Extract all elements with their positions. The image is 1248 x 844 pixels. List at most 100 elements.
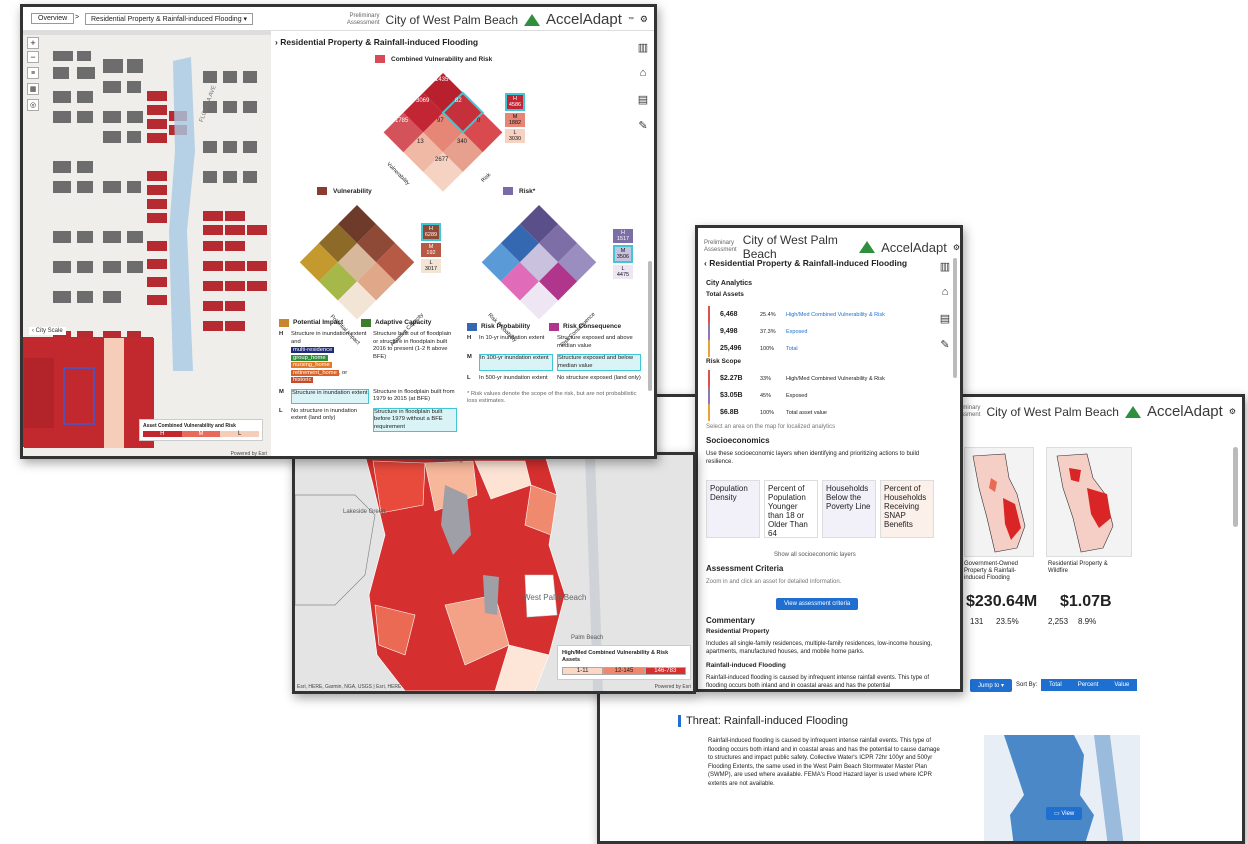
lakeside-green-label: Lakeside Green <box>343 509 386 515</box>
home-icon[interactable]: ⌂ <box>636 67 650 79</box>
brand-header: Preliminary Assessment City of West Palm … <box>347 11 648 28</box>
level-h: H <box>467 335 472 341</box>
socio-card-poverty[interactable]: Households Below the Poverty Line <box>822 480 876 538</box>
zoom-out-button[interactable]: − <box>27 51 39 63</box>
map-legend: High/Med Combined Vulnerability & Risk A… <box>557 645 691 680</box>
card-thumb-2[interactable] <box>1046 447 1132 557</box>
locate-button[interactable]: ◎ <box>27 99 39 111</box>
sort-buttons: Total Percent Value <box>1041 679 1138 691</box>
threat-map[interactable] <box>984 735 1140 841</box>
zoom-in-button[interactable]: + <box>27 37 39 49</box>
assessment-label: Assessment <box>704 247 737 253</box>
capacity-l-text: Structure in floodplain built before 197… <box>373 407 457 432</box>
analytics-icon[interactable]: ▥ <box>636 41 650 54</box>
scope-value: $2.27B <box>720 375 743 382</box>
probability-m-text: In 100-yr inundation extent <box>479 354 553 371</box>
asset-count: 9,498 <box>720 328 738 335</box>
combined-cell-mm: 97 <box>437 118 444 124</box>
card-2-value: $1.07B <box>1060 593 1112 610</box>
legend-med: M <box>181 431 221 437</box>
level-l: L <box>279 407 283 414</box>
capacity-h-text: Structure built out of floodplain or str… <box>373 331 452 360</box>
show-all-layers-link[interactable]: Show all socioeconomic layers <box>774 552 856 558</box>
scope-list: $2.27B 33% High/Med Combined Vulnerability… <box>708 370 938 421</box>
risk-consequence-header: Risk Consequence <box>563 323 622 331</box>
back-title[interactable]: ‹ Residential Property & Rainfall-induce… <box>704 258 907 268</box>
asset-legend-scale: H M L <box>143 431 260 437</box>
home-icon[interactable]: ⌂ <box>938 286 952 298</box>
analytics-icon[interactable]: ▥ <box>938 260 952 273</box>
impact-m-text: Structure in inundation extent <box>291 388 369 404</box>
side-value: 192 <box>426 250 436 256</box>
list-item: $6.8B 100% Total asset value <box>708 404 938 421</box>
risk-footnote: * Risk values denote the scope of the ri… <box>467 390 637 405</box>
card-thumb-1[interactable] <box>964 447 1034 557</box>
settings-icon[interactable]: ⚙ <box>1229 407 1236 416</box>
settings-icon[interactable]: ⚙ <box>640 14 648 25</box>
risk-title: Risk* <box>519 187 536 195</box>
basemap-button[interactable]: ▦ <box>27 83 39 95</box>
scope-percent: 100% <box>760 409 775 416</box>
breadcrumb-separator: > <box>75 14 80 21</box>
clipboard-icon[interactable]: ▤ <box>636 93 650 106</box>
asset-link[interactable]: Total <box>786 346 798 352</box>
vulnerability-title: Vulnerability <box>333 187 372 195</box>
socio-cards: Population Density Percent of Population… <box>706 480 956 538</box>
chart-edit-icon[interactable]: ✎ <box>938 338 952 351</box>
city-name: City of West Palm Beach <box>986 404 1119 419</box>
scrollbar[interactable] <box>1233 447 1238 527</box>
table-row: H Structure in inundation extent and mul… <box>279 331 459 385</box>
view-button[interactable]: ▭ View <box>1046 807 1083 820</box>
asset-link[interactable]: High/Med Combined Vulnerability & Risk <box>786 312 885 318</box>
risk-side-legend: H 1517 M 3506 L 4475 <box>613 229 633 279</box>
potential-impact-header: Potential Impact <box>293 319 344 327</box>
rainfall-flooding-text: Rainfall-induced flooding is caused by i… <box>706 675 930 689</box>
analysis-panel: › Residential Property & Rainfall-induce… <box>271 31 654 456</box>
risk-scope-heading: Risk Scope <box>706 358 742 365</box>
settings-icon[interactable]: ⚙ <box>953 243 960 252</box>
panel-header[interactable]: › Residential Property & Rainfall-induce… <box>275 37 478 47</box>
sort-by-label: Sort By: <box>1016 682 1038 688</box>
card-1-value: $230.64M <box>966 593 1038 610</box>
breadcrumb-dropdown[interactable]: Residential Property & Rainfall-induced … <box>85 13 254 25</box>
city-scale-minimap[interactable] <box>23 337 154 448</box>
capacity-m-text: Structure in floodplain built from 1979 … <box>373 388 455 403</box>
assessment-note: Zoom in and click an asset for detailed … <box>706 579 842 585</box>
card-2-label: Residential Property & Wildfire <box>1048 561 1108 574</box>
combined-cell-hh: 1435 <box>435 77 449 83</box>
list-item: $2.27B 33% High/Med Combined Vulnerability… <box>708 370 938 387</box>
jump-to-button[interactable]: Jump to ▾ <box>970 679 1013 692</box>
city-scale-button[interactable]: ‹ City Scale <box>29 327 66 335</box>
parcel-map[interactable]: FLORIDA AVE + − ≡ ▦ ◎ ‹ City Scale Asset… <box>23 31 271 456</box>
combined-legend-icon <box>375 55 385 63</box>
scrollbar[interactable] <box>648 261 652 391</box>
risk-heading: Risk* <box>503 187 535 195</box>
scope-value: $3.05B <box>720 392 743 399</box>
clipboard-icon[interactable]: ▤ <box>938 312 952 325</box>
probability-icon <box>467 323 477 331</box>
sort-percent-button[interactable]: Percent <box>1069 679 1107 691</box>
socio-card-age[interactable]: Percent of Population Younger than 18 or… <box>764 480 818 538</box>
socio-card-snap[interactable]: Percent of Households Receiving SNAP Ben… <box>880 480 934 538</box>
vulnerability-heading: Vulnerability <box>317 187 372 195</box>
vulnerability-matrix <box>299 205 415 320</box>
risk-probability-header: Risk Probability <box>481 323 531 331</box>
overview-button[interactable]: Overview <box>31 13 75 24</box>
view-assessment-criteria-button[interactable]: View assessment criteria <box>776 598 859 610</box>
level-l: L <box>467 375 471 381</box>
socio-card-population-density[interactable]: Population Density <box>706 480 760 538</box>
sort-total-button[interactable]: Total <box>1041 679 1070 691</box>
scope-value: $6.8B <box>720 409 739 416</box>
sort-value-button[interactable]: Value <box>1106 679 1138 691</box>
tag-group-home: group_home <box>291 354 328 361</box>
asset-link[interactable]: Exposed <box>786 329 807 335</box>
residential-property-heading: Residential Property <box>706 628 770 635</box>
combined-heading: Combined Vulnerability and Risk <box>375 55 492 63</box>
scrollbar[interactable] <box>953 258 957 378</box>
card-1-label: Government-Owned Property & Rainfall-ind… <box>964 561 1019 581</box>
probability-consequence-table: Risk Probability Risk Consequence H In 1… <box>467 323 647 406</box>
chart-edit-icon[interactable]: ✎ <box>636 119 650 132</box>
layers-button[interactable]: ≡ <box>27 67 39 79</box>
city-analytics-heading: City Analytics <box>706 280 753 287</box>
choropleth-map-window[interactable]: Lake Mangonia Lakeside Green West Palm B… <box>292 452 696 694</box>
